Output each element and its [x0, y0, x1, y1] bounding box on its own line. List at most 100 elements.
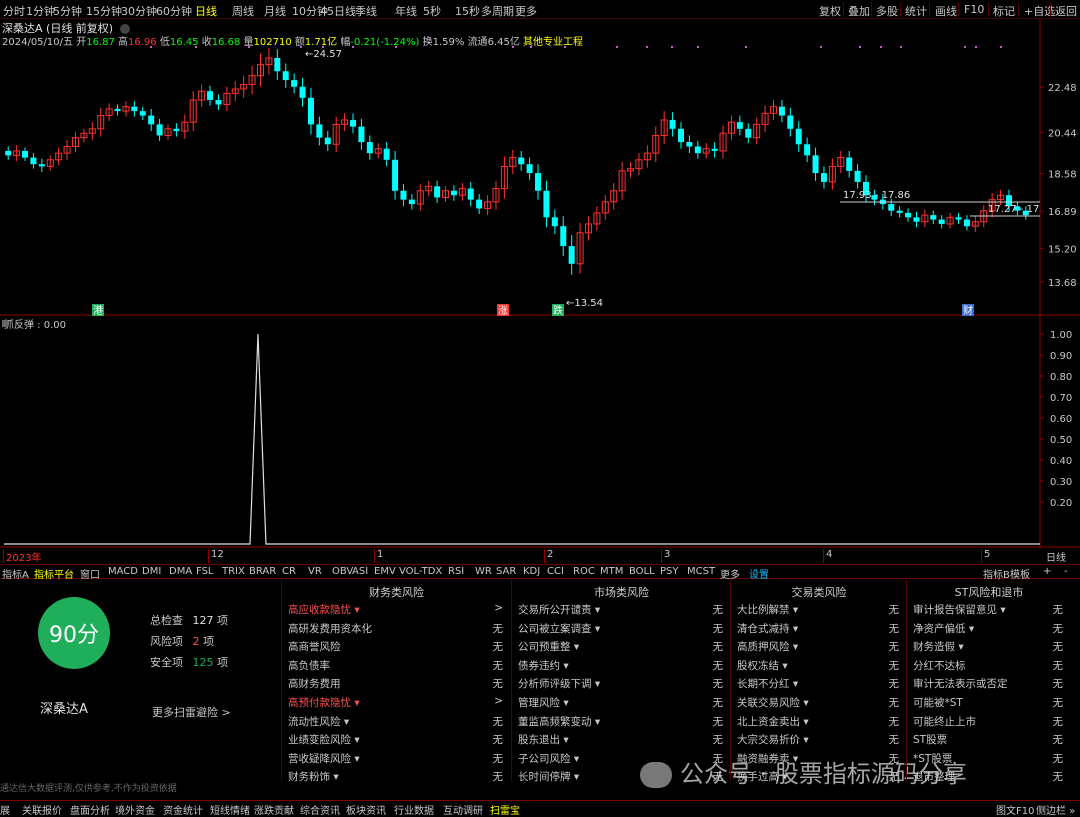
tab-macd-3[interactable]: MACD	[108, 566, 138, 577]
tab-brar-8[interactable]: BRAR	[249, 566, 276, 577]
risk-item-trade[interactable]: 长期不分红 ▾	[737, 676, 798, 691]
tab-roc-20[interactable]: ROC	[573, 566, 595, 577]
tab-right-3[interactable]: -	[1064, 566, 1068, 577]
tab-a-0[interactable]: 指标A	[2, 566, 29, 581]
risk-item-trade[interactable]: 融资融券卖 ▾	[737, 751, 798, 766]
risk-item-st[interactable]: 可能终止上市	[913, 714, 976, 729]
period-4[interactable]: 30分钟	[121, 3, 157, 19]
score-circle[interactable]: 90分	[38, 597, 110, 669]
risk-item-st[interactable]: 可能被*ST	[913, 695, 963, 710]
period-7[interactable]: 周线	[232, 3, 254, 19]
risk-item-market[interactable]: 交易所公开谴责 ▾	[518, 602, 600, 617]
tab-dmi-4[interactable]: DMI	[142, 566, 161, 577]
risk-item-market[interactable]: 公司预重整 ▾	[518, 639, 579, 654]
tab-wr-16[interactable]: WR	[475, 566, 492, 577]
tab--26[interactable]: 设置	[749, 566, 769, 581]
risk-item-finance[interactable]: 业绩变脸风险 ▾	[288, 732, 360, 747]
tab-right-0[interactable]: 指标B	[983, 566, 1010, 581]
period-16[interactable]: 更多	[515, 3, 537, 19]
period-1[interactable]: 1分钟	[26, 3, 55, 19]
toolbar-right-3[interactable]: 统计	[905, 3, 927, 19]
period-15[interactable]: 多周期	[481, 3, 514, 19]
risk-item-st[interactable]: ST股票	[913, 732, 947, 747]
risk-item-finance[interactable]: 高负债率	[288, 658, 330, 673]
risk-item-finance[interactable]: 营收疑降风险 ▾	[288, 751, 360, 766]
risk-item-trade[interactable]: 关联交易风险 ▾	[737, 695, 809, 710]
tab-mcst-24[interactable]: MCST	[687, 566, 715, 577]
tab-cci-19[interactable]: CCI	[547, 566, 564, 577]
tab-sar-17[interactable]: SAR	[496, 566, 516, 577]
tab-right-1[interactable]: 模板	[1010, 566, 1030, 581]
risk-item-trade[interactable]: 高质押风险 ▾	[737, 639, 798, 654]
risk-item-market[interactable]: 公司被立案调查 ▾	[518, 621, 600, 636]
tab-right-2[interactable]: +	[1043, 566, 1051, 577]
toolbar-right-0[interactable]: 复权	[819, 3, 841, 19]
risk-item-market[interactable]: 子公司风险 ▾	[518, 751, 579, 766]
indicator-chart[interactable]: 抓反弹 : 0.00 1.00 0.90 0.80 0.70 0.60 0.50 0.40 0.…	[0, 316, 1080, 549]
toolbar-right-6[interactable]: 标记	[993, 3, 1015, 19]
risk-item-trade[interactable]: 换手过高 ▾	[737, 769, 788, 784]
risk-item-trade[interactable]: 大宗交易折价 ▾	[737, 732, 809, 747]
risk-item-trade[interactable]: 北上资金卖出 ▾	[737, 714, 809, 729]
tab-asi-12[interactable]: ASI	[352, 566, 368, 577]
risk-item-st[interactable]: 净资产偏低 ▾	[913, 621, 974, 636]
tab-rsi-15[interactable]: RSI	[448, 566, 464, 577]
risk-item-market[interactable]: 债券违约 ▾	[518, 658, 569, 673]
risk-item-finance[interactable]: 高预付款隐忧 ▾	[288, 695, 360, 710]
risk-item-finance[interactable]: 高研发费用资本化	[288, 621, 372, 636]
period-5[interactable]: 60分钟	[156, 3, 192, 19]
tab-mtm-21[interactable]: MTM	[600, 566, 623, 577]
toolbar-right-5[interactable]: F10	[964, 3, 984, 16]
tab-fsl-6[interactable]: FSL	[196, 566, 214, 577]
tab-kdj-18[interactable]: KDJ	[523, 566, 540, 577]
risk-item-finance[interactable]: 高商誉风险	[288, 639, 341, 654]
risk-item-finance[interactable]: 高财务费用	[288, 676, 341, 691]
risk-item-market[interactable]: 分析师评级下调 ▾	[518, 676, 600, 691]
tab-trix-7[interactable]: TRIX	[222, 566, 245, 577]
risk-item-market[interactable]: 管理风险 ▾	[518, 695, 569, 710]
tab-psy-23[interactable]: PSY	[660, 566, 679, 577]
risk-item-st[interactable]: 财务造假 ▾	[913, 639, 964, 654]
risk-item-trade[interactable]: 清仓式减持 ▾	[737, 621, 798, 636]
risk-item-st[interactable]: *ST股票	[913, 751, 952, 766]
tab-dma-5[interactable]: DMA	[169, 566, 192, 577]
risk-item-trade[interactable]: 股权冻结 ▾	[737, 658, 788, 673]
more-scan-link[interactable]: 更多扫雷避险 >	[152, 704, 231, 720]
risk-item-st[interactable]: 审计无法表示或否定	[913, 676, 1008, 691]
toolbar-right-2[interactable]: 多股	[876, 3, 898, 19]
risk-item-st[interactable]: 退市整理	[913, 769, 955, 784]
toolbar-right-1[interactable]: 叠加	[848, 3, 870, 19]
period-3[interactable]: 15分钟	[86, 3, 122, 19]
period-13[interactable]: 5秒	[423, 3, 441, 19]
risk-value-market: 无	[712, 641, 724, 654]
period-8[interactable]: 月线	[264, 3, 286, 19]
tab--1[interactable]: 指标平台	[34, 566, 74, 581]
risk-item-market[interactable]: 董监高频繁变动 ▾	[518, 714, 600, 729]
candlestick-chart[interactable]: 22.48 20.44 18.58 16.89 15.20 13.68 ←24.57 ←13.…	[0, 19, 1080, 316]
period-0[interactable]: 分时	[3, 3, 25, 19]
risk-item-st[interactable]: 审计报告保留意见 ▾	[913, 602, 1006, 617]
period-6[interactable]: 日线	[195, 3, 217, 19]
tab-vr-10[interactable]: VR	[308, 566, 322, 577]
tab-obv-11[interactable]: OBV	[332, 566, 353, 577]
period-12[interactable]: 年线	[395, 3, 417, 19]
risk-item-trade[interactable]: 大比例解禁 ▾	[737, 602, 798, 617]
toolbar-right-4[interactable]: 画线	[935, 3, 957, 19]
tab-cr-9[interactable]: CR	[282, 566, 296, 577]
period-2[interactable]: 5分钟	[53, 3, 82, 19]
tab-voltdx-14[interactable]: VOL-TDX	[399, 566, 442, 577]
toolbar-right-8[interactable]: 返回	[1055, 3, 1077, 19]
risk-item-finance[interactable]: 财务粉饰 ▾	[288, 769, 339, 784]
period-14[interactable]: 15秒	[455, 3, 480, 19]
period-10[interactable]: 45日线	[320, 3, 356, 19]
tab--2[interactable]: 窗口	[80, 566, 100, 581]
risk-item-st[interactable]: 分红不达标	[913, 658, 966, 673]
risk-item-finance[interactable]: 高应收款隐忧 ▾	[288, 602, 360, 617]
risk-item-market[interactable]: 长时间停牌 ▾	[518, 769, 579, 784]
risk-item-finance[interactable]: 流动性风险 ▾	[288, 714, 349, 729]
period-11[interactable]: 季线	[355, 3, 377, 19]
tab-emv-13[interactable]: EMV	[374, 566, 396, 577]
risk-item-market[interactable]: 股东退出 ▾	[518, 732, 569, 747]
tab--25[interactable]: 更多	[720, 566, 740, 581]
tab-boll-22[interactable]: BOLL	[629, 566, 655, 577]
